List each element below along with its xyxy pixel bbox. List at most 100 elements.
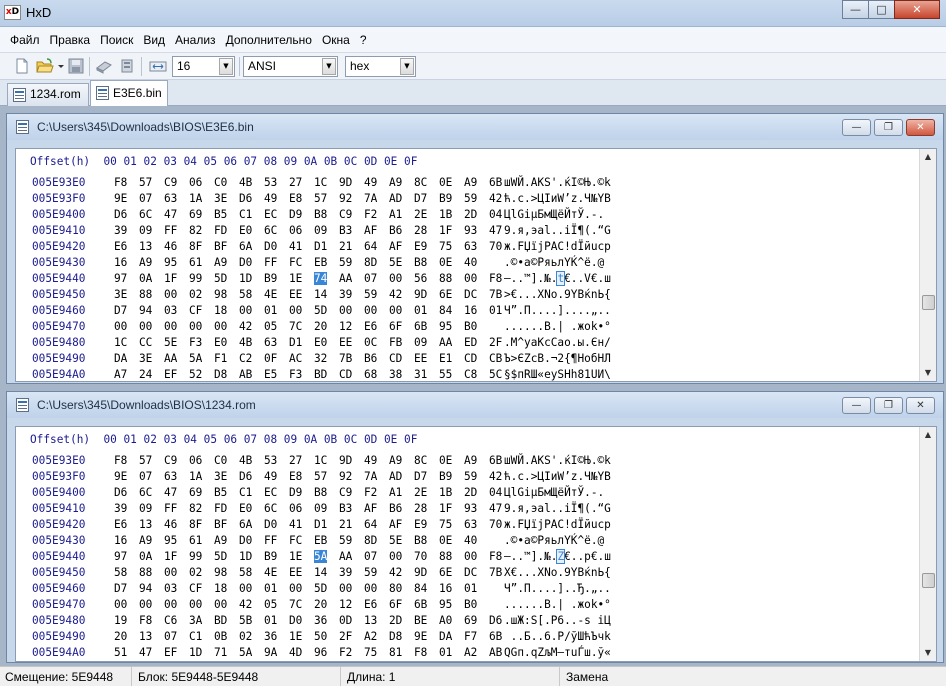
row-text[interactable]: 9.я‚эаl..іЇ¶(.“G: [504, 501, 611, 517]
hex-byte[interactable]: C9: [339, 207, 364, 223]
hex-byte[interactable]: 6A: [239, 517, 264, 533]
row-text[interactable]: Ч”.П....]....„..: [504, 303, 611, 319]
hex-byte[interactable]: A9: [464, 453, 489, 469]
hex-byte[interactable]: 03: [164, 581, 189, 597]
row-text[interactable]: ж.FЏїjРАС!dЇйucp: [504, 239, 611, 255]
hex-byte[interactable]: F7: [464, 629, 489, 645]
hex-byte[interactable]: 82: [189, 223, 214, 239]
hex-byte[interactable]: 9E: [114, 469, 139, 485]
hex-byte[interactable]: D6: [114, 485, 139, 501]
hex-byte[interactable]: 95: [164, 533, 189, 549]
hex-byte[interactable]: 51: [114, 645, 139, 661]
hex-byte[interactable]: 1D: [189, 645, 214, 661]
hex-byte[interactable]: 00: [214, 597, 239, 613]
hex-byte[interactable]: 6B: [414, 597, 439, 613]
hex-byte[interactable]: 16: [114, 533, 139, 549]
hex-byte[interactable]: E5: [264, 367, 289, 381]
hex-byte[interactable]: 13: [139, 239, 164, 255]
hex-byte[interactable]: 49: [364, 453, 389, 469]
hex-byte[interactable]: CD: [464, 351, 489, 367]
hex-byte[interactable]: C0: [214, 175, 239, 191]
hex-byte[interactable]: 01: [264, 303, 289, 319]
hex-byte[interactable]: 42: [239, 597, 264, 613]
hex-byte[interactable]: E9: [414, 239, 439, 255]
hex-byte[interactable]: CF: [189, 303, 214, 319]
hex-byte[interactable]: 0E: [439, 453, 464, 469]
menu-file[interactable]: Файл: [5, 27, 45, 53]
hex-byte[interactable]: 00: [389, 303, 414, 319]
hex-byte[interactable]: 95: [439, 319, 464, 335]
hex-byte[interactable]: 95: [439, 597, 464, 613]
hex-byte[interactable]: 00: [114, 597, 139, 613]
hex-byte[interactable]: 07: [164, 629, 189, 645]
hex-byte[interactable]: 57: [139, 453, 164, 469]
hex-byte[interactable]: BE: [414, 613, 439, 629]
hex-byte[interactable]: 5A: [239, 645, 264, 661]
hex-byte[interactable]: 09: [314, 223, 339, 239]
open-folder-icon[interactable]: [36, 57, 54, 75]
menu-view[interactable]: Вид: [138, 27, 170, 53]
hex-byte[interactable]: FB: [389, 335, 414, 351]
hex-byte[interactable]: 59: [364, 565, 389, 581]
hex-byte[interactable]: FF: [164, 223, 189, 239]
hex-byte[interactable]: 0E: [439, 533, 464, 549]
hex-byte[interactable]: A1: [389, 207, 414, 223]
hex-byte[interactable]: 07: [139, 469, 164, 485]
hex-byte[interactable]: 6C: [139, 485, 164, 501]
tab-1234-rom[interactable]: 1234.rom: [7, 83, 89, 106]
hex-byte[interactable]: F2: [364, 485, 389, 501]
hex-byte[interactable]: A2: [464, 645, 489, 661]
hex-byte[interactable]: C1: [239, 485, 264, 501]
hex-byte[interactable]: F3: [289, 367, 314, 381]
menu-analysis[interactable]: Анализ: [170, 27, 221, 53]
hex-byte[interactable]: 06: [289, 501, 314, 517]
hex-byte[interactable]: 57: [314, 469, 339, 485]
hex-byte[interactable]: AB: [239, 367, 264, 381]
hex-byte[interactable]: 57: [314, 191, 339, 207]
hex-byte[interactable]: D0: [289, 613, 314, 629]
hex-byte[interactable]: AD: [389, 191, 414, 207]
hex-byte[interactable]: AF: [364, 223, 389, 239]
hex-byte[interactable]: 7A: [364, 191, 389, 207]
hex-byte[interactable]: E0: [239, 223, 264, 239]
selected-byte[interactable]: 5A: [314, 550, 328, 563]
hex-byte[interactable]: A9: [139, 255, 164, 271]
hex-byte[interactable]: 59: [364, 287, 389, 303]
chevron-down-icon[interactable]: ▼: [400, 58, 414, 75]
hex-byte[interactable]: 59: [339, 255, 364, 271]
hex-byte[interactable]: 63: [164, 191, 189, 207]
hex-byte[interactable]: 9E: [114, 191, 139, 207]
hex-byte[interactable]: 88: [439, 271, 464, 287]
hex-byte[interactable]: D1: [314, 517, 339, 533]
hex-byte[interactable]: 5E: [389, 533, 414, 549]
hex-byte[interactable]: EC: [264, 207, 289, 223]
hex-byte[interactable]: 4E: [264, 287, 289, 303]
hex-byte[interactable]: 1F: [439, 501, 464, 517]
row-text[interactable]: ћ.c.>ЦIиW’z.Ч№YB: [504, 469, 611, 485]
hex-byte[interactable]: 8F: [189, 517, 214, 533]
selected-char[interactable]: Z: [556, 549, 566, 564]
hex-byte[interactable]: 06: [189, 453, 214, 469]
hex-byte[interactable]: 57: [139, 175, 164, 191]
hex-byte[interactable]: 1C: [314, 453, 339, 469]
hex-byte[interactable]: D7: [114, 581, 139, 597]
hex-byte[interactable]: 13: [139, 517, 164, 533]
hex-byte[interactable]: 8C: [414, 175, 439, 191]
hex-byte[interactable]: 6C: [264, 501, 289, 517]
hex-byte[interactable]: 84: [414, 581, 439, 597]
hex-byte[interactable]: 53: [264, 175, 289, 191]
hex-byte[interactable]: EE: [339, 335, 364, 351]
hex-byte[interactable]: 18: [214, 303, 239, 319]
hex-byte[interactable]: F8: [414, 645, 439, 661]
hex-byte[interactable]: 88: [139, 287, 164, 303]
hex-byte[interactable]: D0: [264, 517, 289, 533]
hex-byte[interactable]: DA: [439, 629, 464, 645]
hex-byte[interactable]: C8: [464, 367, 489, 381]
hex-byte[interactable]: 16: [439, 581, 464, 597]
hex-byte[interactable]: 21: [339, 239, 364, 255]
hex-byte[interactable]: DA: [114, 351, 139, 367]
editor-window-titlebar[interactable]: C:\Users\345\Downloads\BIOS\1234.rom — ❐…: [7, 392, 943, 418]
hex-byte[interactable]: 5A: [314, 549, 339, 565]
hex-byte[interactable]: 2D: [389, 613, 414, 629]
hex-byte[interactable]: A9: [139, 533, 164, 549]
